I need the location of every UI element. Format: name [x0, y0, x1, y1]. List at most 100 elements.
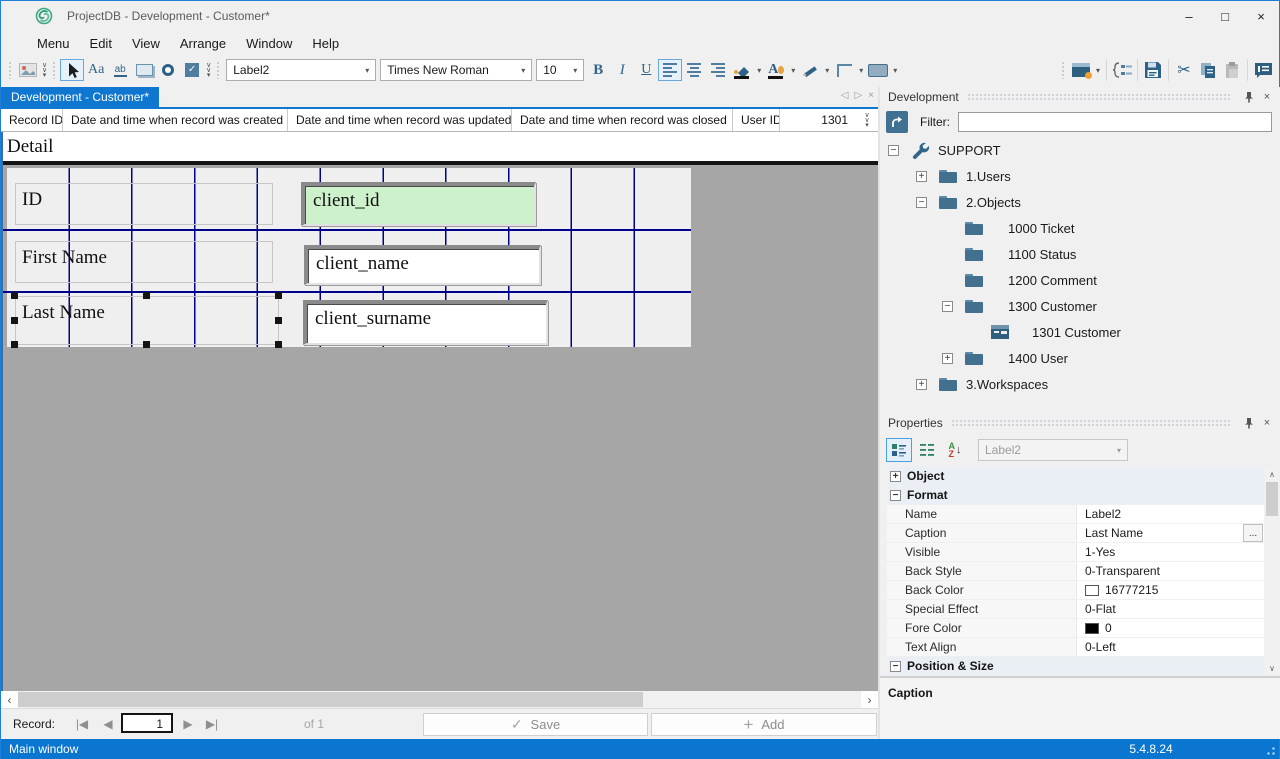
categorized-view-button[interactable]	[886, 438, 912, 462]
record-number-input[interactable]: 1	[121, 713, 173, 733]
tree-expander[interactable]: +	[942, 352, 953, 364]
tree-expander[interactable]: −	[942, 300, 953, 312]
save-record-button[interactable]: ✓ Save	[423, 713, 648, 736]
align-right-button[interactable]	[706, 59, 730, 81]
section-expander[interactable]: +	[890, 470, 901, 482]
section-expander[interactable]: −	[890, 660, 901, 672]
ellipsis-button[interactable]: ...	[1243, 524, 1263, 542]
property-row-name[interactable]: Name Label2	[887, 505, 1264, 524]
insert-image-button[interactable]	[16, 59, 40, 81]
tree-item-status[interactable]: 1100 Status	[880, 241, 1280, 267]
menu-item-arrange[interactable]: Arrange	[170, 34, 236, 53]
section-object[interactable]: + Object	[887, 467, 1264, 486]
radio-tool-button[interactable]	[156, 59, 180, 81]
tab-scroll-right-icon[interactable]: ▷	[854, 90, 862, 101]
tree-expander[interactable]: −	[888, 144, 899, 156]
resize-grip[interactable]	[1264, 744, 1276, 756]
properties-scrollbar[interactable]: ∧ ∨	[1265, 467, 1279, 676]
tree-item-customer-form[interactable]: 1301 Customer	[880, 319, 1280, 345]
tree-item-users[interactable]: + 1.Users	[880, 163, 1280, 189]
field-record-id[interactable]: Record ID	[1, 109, 63, 131]
fill-color-button[interactable]	[730, 59, 754, 81]
nav-next-button[interactable]: ▶	[179, 709, 197, 739]
form-properties-button[interactable]	[1069, 59, 1093, 81]
tab-scroll-left-icon[interactable]: ◁	[841, 90, 849, 101]
menu-item-view[interactable]: View	[122, 34, 170, 53]
copy-button[interactable]	[1196, 59, 1220, 81]
maximize-button[interactable]: □	[1207, 2, 1243, 30]
toolbar-grip[interactable]	[216, 61, 222, 79]
outline-button[interactable]	[1110, 59, 1134, 81]
underline-button[interactable]: U	[634, 59, 658, 81]
property-row-text-align[interactable]: Text Align 0-Left	[887, 638, 1264, 657]
selection-handle[interactable]	[143, 341, 150, 348]
line-color-dropdown[interactable]: ▾	[822, 66, 832, 75]
field-updated[interactable]: Date and time when record was updated	[288, 109, 512, 131]
font-size-combo[interactable]: 10 ▾	[536, 59, 585, 81]
border-style-dropdown[interactable]: ▾	[856, 66, 866, 75]
checkbox-tool-button[interactable]: ✓	[180, 59, 204, 81]
header-overflow-chevron[interactable]: ∨ ∨ ▾	[856, 109, 878, 131]
selection-handle[interactable]	[143, 292, 150, 299]
scroll-left-button[interactable]: ‹	[1, 691, 18, 708]
line-color-button[interactable]	[798, 59, 822, 81]
tree-expander[interactable]: +	[916, 378, 927, 390]
menu-item-help[interactable]: Help	[302, 34, 349, 53]
toolbar-grip[interactable]	[1061, 61, 1066, 79]
canvas-hscrollbar[interactable]: ‹ ›	[1, 691, 878, 708]
designer-field-client-name[interactable]: client_name	[304, 245, 541, 285]
tree-expander[interactable]: +	[916, 170, 927, 182]
property-row-visible[interactable]: Visible 1-Yes	[887, 543, 1264, 562]
align-center-button[interactable]	[682, 59, 706, 81]
paste-button[interactable]	[1220, 59, 1244, 81]
fill-color-dropdown[interactable]: ▾	[754, 66, 764, 75]
close-panel-icon[interactable]: ×	[1258, 417, 1276, 429]
form-properties-dropdown[interactable]: ▾	[1093, 66, 1103, 75]
navigate-button[interactable]	[886, 111, 908, 133]
property-row-back-color[interactable]: Back Color 16777215	[887, 581, 1264, 600]
toolbar-grip[interactable]	[52, 61, 58, 79]
field-user-id[interactable]: User ID	[733, 109, 780, 131]
property-row-special-effect[interactable]: Special Effect 0-Flat	[887, 600, 1264, 619]
menu-item-menu[interactable]: Menu	[27, 34, 80, 53]
shape-button[interactable]	[866, 59, 890, 81]
property-row-fore-color[interactable]: Fore Color 0	[887, 619, 1264, 638]
tree-expander[interactable]: −	[916, 196, 927, 208]
scroll-thumb[interactable]	[18, 692, 643, 707]
tree-item-support[interactable]: − SUPPORT	[880, 137, 1280, 163]
sort-az-button[interactable]: AZ ↓	[942, 438, 968, 462]
scroll-up-button[interactable]: ∧	[1265, 467, 1279, 482]
filter-input[interactable]	[958, 112, 1272, 132]
border-style-button[interactable]	[832, 59, 856, 81]
font-color-dropdown[interactable]: ▾	[788, 66, 798, 75]
menu-item-window[interactable]: Window	[236, 34, 302, 53]
tab-development-customer[interactable]: Development - Customer*	[1, 87, 160, 107]
italic-button[interactable]: I	[610, 59, 634, 81]
scroll-thumb[interactable]	[1266, 482, 1278, 516]
scroll-down-button[interactable]: ∨	[1265, 661, 1279, 676]
close-panel-icon[interactable]: ×	[1258, 91, 1276, 103]
font-color-button[interactable]: A	[764, 59, 788, 81]
selection-handle[interactable]	[11, 317, 18, 324]
select-tool-button[interactable]	[60, 59, 85, 81]
tab-close-icon[interactable]: ×	[868, 90, 874, 101]
tree-item-ticket[interactable]: 1000 Ticket	[880, 215, 1280, 241]
selection-handle[interactable]	[275, 292, 282, 299]
comment-button[interactable]	[1251, 59, 1275, 81]
tree-item-user[interactable]: + 1400 User	[880, 345, 1280, 371]
selection-handle[interactable]	[11, 341, 18, 348]
field-closed[interactable]: Date and time when record was closed	[512, 109, 733, 131]
nav-first-button[interactable]: |◀	[71, 709, 93, 739]
toolbar-grip[interactable]	[8, 61, 13, 79]
selection-handle[interactable]	[11, 292, 18, 299]
designer-field-client-surname[interactable]: client_surname	[303, 300, 548, 345]
textbox-tool-button[interactable]: ab	[108, 59, 132, 81]
designer-field-client-id[interactable]: client_id	[301, 182, 536, 226]
tree-item-workspaces[interactable]: + 3.Workspaces	[880, 371, 1280, 397]
selection-handle[interactable]	[275, 317, 282, 324]
minimize-button[interactable]: –	[1171, 2, 1207, 30]
section-format[interactable]: − Format	[887, 486, 1264, 505]
close-button[interactable]: ×	[1243, 2, 1279, 30]
property-row-back-style[interactable]: Back Style 0-Transparent	[887, 562, 1264, 581]
tree-item-objects[interactable]: − 2.Objects	[880, 189, 1280, 215]
